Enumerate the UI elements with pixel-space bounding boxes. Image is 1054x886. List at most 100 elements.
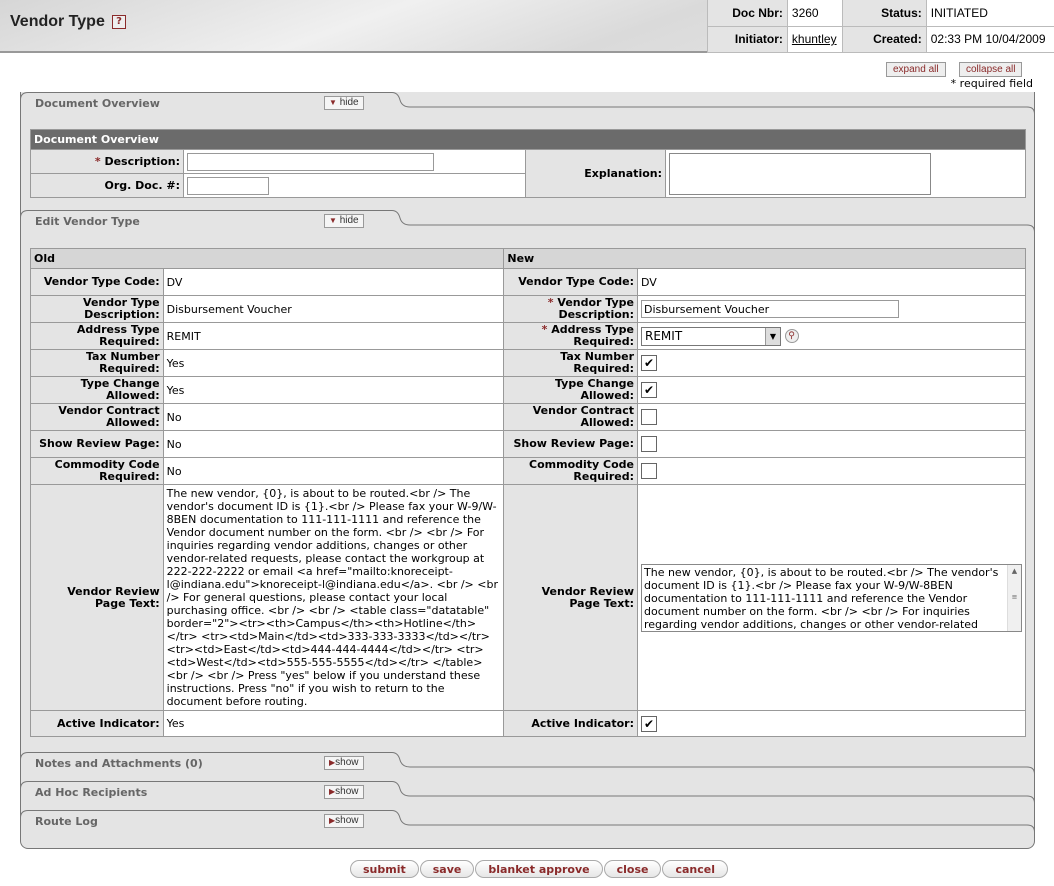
table-row: Tax Number Required: Yes Tax Number Requi…: [30, 349, 1026, 377]
old-field-label: Vendor Contract Allowed:: [30, 403, 164, 431]
tab-shape: [20, 781, 1035, 811]
review-label-new: Vendor Review Page Text:: [503, 484, 638, 711]
checkbox[interactable]: ✔: [641, 382, 657, 398]
checkbox[interactable]: [641, 409, 657, 425]
hide-overview-button[interactable]: ▼ hide: [324, 96, 364, 110]
tab-shape: [20, 810, 1035, 840]
old-field-label: Vendor Type Description:: [30, 295, 164, 323]
explanation-label: Explanation:: [525, 149, 666, 198]
document-overview-table: Document Overview * Description: Explanat…: [30, 129, 1026, 198]
tab-shape: [20, 92, 1035, 122]
section-heading: Document Overview: [30, 129, 1026, 150]
table-row: Vendor Contract Allowed: No Vendor Contra…: [30, 403, 1026, 431]
old-value: Disbursement Voucher: [162, 295, 505, 323]
tab-notes-attachments: Notes and Attachments (0) ▶show: [20, 752, 1035, 782]
active-label-new: Active Indicator:: [503, 710, 638, 737]
doc-nbr-label: Doc Nbr:: [707, 0, 788, 27]
status: INITIATED: [925, 0, 1054, 27]
tab-label: Edit Vendor Type: [35, 215, 140, 228]
table-row: Address Type Required: REMIT * Address Typ…: [30, 322, 1026, 350]
collapse-all-button[interactable]: collapse all: [959, 62, 1023, 77]
save-button[interactable]: save: [419, 860, 475, 878]
close-button[interactable]: close: [603, 860, 662, 878]
new-value: DV: [641, 275, 657, 289]
table-row: Vendor Type Description: Disbursement Vou…: [30, 295, 1026, 323]
table-row: Commodity Code Required: No Commodity Cod…: [30, 457, 1026, 485]
old-value: No: [162, 403, 505, 431]
page-header: Vendor Type ? Doc Nbr: 3260 Status: INITIAT…: [0, 0, 1054, 53]
active-label-old: Active Indicator:: [30, 710, 164, 737]
description-label: Description:: [104, 154, 180, 168]
show-route-log-button[interactable]: ▶show: [324, 814, 364, 828]
edit-vendor-type-table: Old New Vendor Type Code: DV Vendor Type C…: [29, 248, 1026, 737]
tab-route-log: Route Log ▶show: [20, 810, 1035, 840]
old-field-label: Vendor Type Code:: [30, 268, 164, 296]
lookup-search-icon[interactable]: ⚲: [784, 329, 799, 343]
old-field-label: Tax Number Required:: [30, 349, 164, 377]
checkbox[interactable]: [641, 463, 657, 479]
hide-edit-button[interactable]: ▼ hide: [324, 214, 364, 228]
blanket-approve-button[interactable]: blanket approve: [475, 860, 603, 878]
new-field-label: Vendor Contract Allowed:: [532, 404, 634, 429]
table-row: Vendor Type Code: DV Vendor Type Code: DV: [30, 268, 1026, 296]
document-info: Doc Nbr: 3260 Status: INITIATED Initiator: k…: [707, 0, 1054, 53]
initiator-link[interactable]: khuntley: [792, 32, 837, 46]
description-input[interactable]: [641, 300, 899, 318]
scrollbar[interactable]: ▲≡▼: [1007, 564, 1021, 631]
new-field-label: Show Review Page:: [513, 437, 634, 450]
page-title: Vendor Type: [10, 13, 105, 30]
org-doc-label: Org. Doc. #:: [30, 173, 184, 198]
table-row: Show Review Page: No Show Review Page:: [30, 430, 1026, 458]
new-header: New: [503, 248, 1026, 269]
new-field-label: Address Type Required:: [551, 323, 634, 348]
checkbox[interactable]: [641, 436, 657, 452]
review-label-old: Vendor Review Page Text:: [30, 484, 164, 711]
status-label: Status:: [841, 0, 927, 27]
old-value: Yes: [162, 349, 505, 377]
review-text-textarea[interactable]: The new vendor, {0}, is about to be rout…: [641, 563, 1022, 632]
address-type-select[interactable]: REMIT ▼: [641, 326, 781, 346]
new-field-label: Vendor Type Code:: [518, 275, 634, 288]
old-header: Old: [29, 248, 505, 269]
new-field-label: Commodity Code Required:: [529, 458, 634, 483]
required-field-note: * required field: [950, 77, 1033, 90]
old-value: REMIT: [162, 322, 505, 350]
tab-label: Document Overview: [35, 97, 160, 110]
chevron-down-icon: ▼: [765, 327, 780, 345]
triangle-down-icon: ▼: [329, 216, 337, 225]
action-buttons: submit save blanket approve close cancel: [350, 860, 729, 878]
cancel-button[interactable]: cancel: [662, 860, 729, 878]
review-text-old: The new vendor, {0}, is about to be rout…: [162, 484, 505, 711]
description-input[interactable]: [187, 152, 434, 171]
created: 02:33 PM 10/04/2009: [925, 26, 1054, 53]
old-value: Yes: [162, 376, 505, 404]
tab-ad-hoc-recipients: Ad Hoc Recipients ▶show: [20, 781, 1035, 811]
old-field-label: Show Review Page:: [30, 430, 164, 458]
tab-document-overview: Document Overview ▼ hide: [20, 92, 1035, 122]
org-doc-input[interactable]: [187, 176, 269, 195]
help-icon[interactable]: ?: [112, 15, 126, 29]
active-old: Yes: [162, 710, 505, 737]
active-checkbox[interactable]: ✔: [641, 715, 657, 732]
old-value: No: [162, 430, 505, 458]
tab-edit-vendor-type: Edit Vendor Type ▼ hide: [20, 210, 1035, 240]
tab-shape: [20, 210, 1035, 240]
old-value: DV: [162, 268, 505, 296]
checkbox[interactable]: ✔: [641, 355, 657, 371]
explanation-textarea[interactable]: [669, 152, 931, 195]
tab-label: Route Log: [35, 815, 98, 828]
submit-button[interactable]: submit: [350, 860, 419, 878]
new-field-label: Type Change Allowed:: [554, 377, 634, 402]
new-field-label: Tax Number Required:: [560, 350, 634, 375]
expand-all-button[interactable]: expand all: [886, 62, 946, 77]
created-label: Created:: [841, 26, 927, 53]
doc-nbr: 3260: [786, 0, 843, 27]
old-value: No: [162, 457, 505, 485]
show-adhoc-button[interactable]: ▶show: [324, 785, 364, 799]
show-notes-button[interactable]: ▶show: [324, 756, 364, 770]
old-field-label: Commodity Code Required:: [30, 457, 164, 485]
old-field-label: Type Change Allowed:: [30, 376, 164, 404]
old-field-label: Address Type Required:: [30, 322, 164, 350]
tab-label: Ad Hoc Recipients: [35, 786, 148, 799]
tab-label: Notes and Attachments (0): [35, 757, 203, 770]
